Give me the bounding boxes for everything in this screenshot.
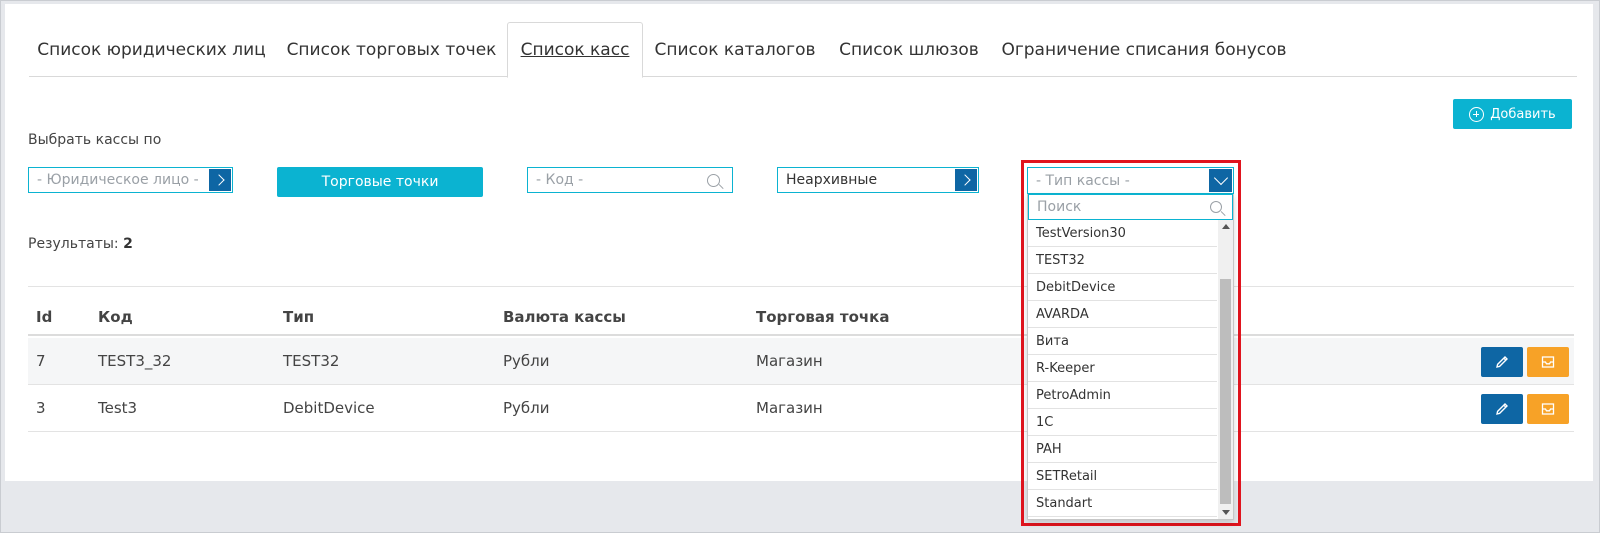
dropdown-option[interactable]: PetroAdmin <box>1028 382 1217 409</box>
cell-outlet: Магазин <box>756 399 823 417</box>
tab-outlets[interactable]: Список торговых точек <box>279 22 504 77</box>
cell-id: 3 <box>36 399 46 417</box>
register-type-dropdown: Поиск TestVersion30 TEST32 DebitDevice A… <box>1027 194 1234 520</box>
dropdown-search-placeholder: Поиск <box>1037 199 1082 215</box>
tab-gateways[interactable]: Список шлюзов <box>829 22 989 77</box>
column-id: Id <box>36 308 53 326</box>
cell-code: TEST3_32 <box>98 352 172 370</box>
outlets-button[interactable]: Торговые точки <box>277 167 483 197</box>
search-icon <box>1210 201 1222 213</box>
tab-bonus-limit[interactable]: Ограничение списания бонусов <box>994 22 1294 77</box>
dropdown-option[interactable]: SETRetail <box>1028 463 1217 490</box>
register-type-placeholder: - Тип кассы - <box>1036 172 1130 189</box>
column-outlet: Торговая точка <box>756 308 890 326</box>
table-header: Id Код Тип Валюта кассы Торговая точка <box>28 298 1574 336</box>
scroll-thumb[interactable] <box>1220 279 1231 504</box>
dropdown-search-input[interactable]: Поиск <box>1028 194 1233 220</box>
archive-box-icon <box>1541 356 1555 368</box>
archive-button[interactable] <box>1527 347 1569 377</box>
main-card: Список юридических лиц Список торговых т… <box>5 4 1593 481</box>
tab-legal-entities[interactable]: Список юридических лиц <box>29 22 274 77</box>
add-button[interactable]: Добавить <box>1453 99 1572 129</box>
dropdown-option[interactable]: AVARDA <box>1028 301 1217 328</box>
results-count: Результаты: 2 <box>28 236 133 252</box>
archive-button[interactable] <box>1527 394 1569 424</box>
dropdown-option[interactable]: TestVersion30 <box>1028 220 1217 247</box>
archive-box-icon <box>1541 403 1555 415</box>
dropdown-option[interactable]: PAH <box>1028 436 1217 463</box>
dropdown-list: TestVersion30 TEST32 DebitDevice AVARDA … <box>1028 220 1217 519</box>
dropdown-option[interactable]: Standart <box>1028 490 1217 517</box>
scroll-down-icon[interactable] <box>1222 510 1230 515</box>
tab-registers[interactable]: Список касс <box>507 22 643 78</box>
table-row[interactable]: 3 Test3 DebitDevice Рубли Магазин <box>28 385 1574 432</box>
dropdown-option[interactable]: 1C <box>1028 409 1217 436</box>
pencil-icon <box>1496 403 1508 415</box>
add-button-label: Добавить <box>1490 106 1556 122</box>
plus-circle-icon <box>1469 106 1485 122</box>
dropdown-option[interactable]: R-Keeper <box>1028 355 1217 382</box>
archive-filter-value: Неархивные <box>786 172 878 188</box>
column-type: Тип <box>283 308 315 326</box>
column-currency: Валюта кассы <box>503 308 626 326</box>
edit-button[interactable] <box>1481 347 1523 377</box>
cell-currency: Рубли <box>503 399 550 417</box>
chevron-right-icon[interactable] <box>209 169 231 191</box>
code-search-input[interactable]: - Код - <box>527 167 733 193</box>
code-placeholder: - Код - <box>536 172 584 188</box>
legal-entity-select[interactable]: - Юридическое лицо - <box>28 167 233 193</box>
divider <box>28 286 1574 287</box>
register-type-select[interactable]: - Тип кассы - <box>1027 167 1234 194</box>
cell-id: 7 <box>36 352 46 370</box>
cell-code: Test3 <box>98 399 138 417</box>
filter-label: Выбрать кассы по <box>28 132 162 148</box>
pencil-icon <box>1496 356 1508 368</box>
cell-currency: Рубли <box>503 352 550 370</box>
chevron-right-icon[interactable] <box>955 169 977 191</box>
edit-button[interactable] <box>1481 394 1523 424</box>
column-code: Код <box>98 308 133 326</box>
dropdown-option[interactable]: DebitDevice <box>1028 274 1217 301</box>
cell-outlet: Магазин <box>756 352 823 370</box>
dropdown-option[interactable]: Вита <box>1028 328 1217 355</box>
dropdown-scrollbar[interactable] <box>1218 220 1233 519</box>
archive-filter-select[interactable]: Неархивные <box>777 167 979 193</box>
table-row[interactable]: 7 TEST3_32 TEST32 Рубли Магазин <box>28 338 1574 385</box>
chevron-down-icon[interactable] <box>1209 169 1232 192</box>
tab-bar: Список юридических лиц Список торговых т… <box>29 22 1577 78</box>
dropdown-option[interactable]: TEST32 <box>1028 247 1217 274</box>
cell-type: DebitDevice <box>283 399 375 417</box>
results-label: Результаты: <box>28 236 119 252</box>
legal-entity-placeholder: - Юридическое лицо - <box>37 172 199 188</box>
cell-type: TEST32 <box>283 352 340 370</box>
scroll-up-icon[interactable] <box>1222 224 1230 229</box>
tab-catalogs[interactable]: Список каталогов <box>645 22 825 77</box>
search-icon <box>707 173 720 187</box>
results-number: 2 <box>123 236 133 252</box>
